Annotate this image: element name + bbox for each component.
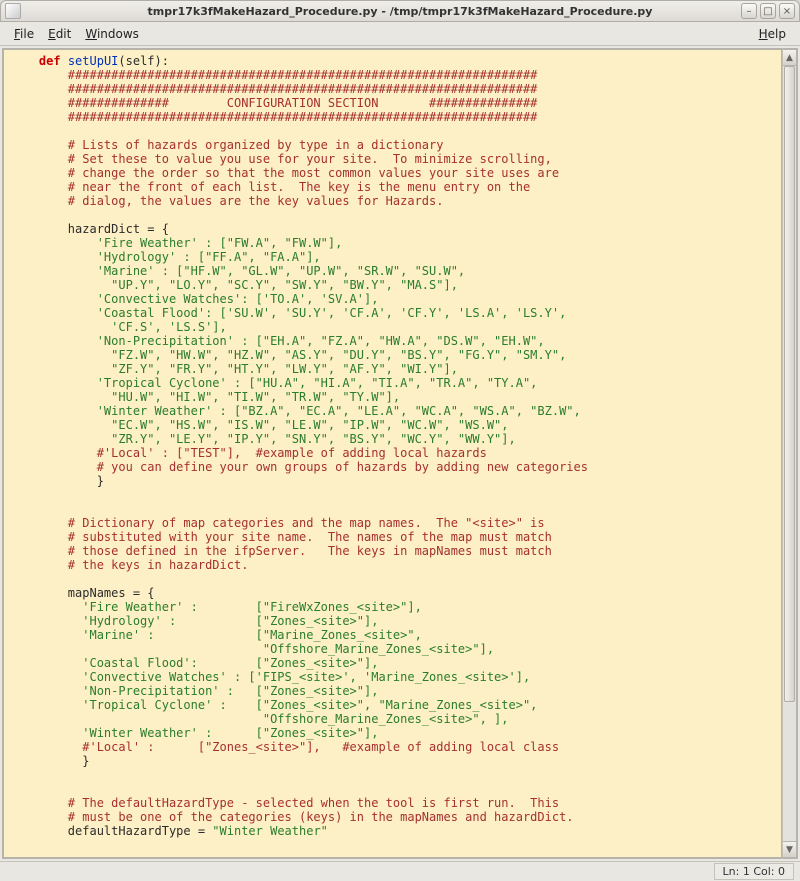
scrollbar-track[interactable] — [783, 66, 796, 841]
menu-windows[interactable]: Windows — [79, 25, 145, 43]
close-button[interactable]: × — [779, 3, 795, 19]
window-titlebar: tmpr17k3fMakeHazard_Procedure.py - /tmp/… — [0, 0, 800, 22]
scroll-down-button[interactable]: ▼ — [783, 841, 796, 857]
app-icon — [5, 3, 21, 19]
menu-file[interactable]: File — [8, 25, 40, 43]
status-bar: Ln: 1 Col: 0 — [0, 861, 800, 881]
editor-area: def setUpUI(self): #####################… — [0, 46, 800, 861]
maximize-button[interactable]: □ — [760, 3, 776, 19]
code-editor[interactable]: def setUpUI(self): #####################… — [2, 48, 782, 859]
scrollbar-thumb[interactable] — [784, 66, 795, 702]
menu-edit[interactable]: Edit — [42, 25, 77, 43]
minimize-button[interactable]: – — [741, 3, 757, 19]
scroll-up-button[interactable]: ▲ — [783, 50, 796, 66]
menu-bar: File Edit Windows Help — [0, 22, 800, 46]
menu-help[interactable]: Help — [753, 25, 792, 43]
vertical-scrollbar[interactable]: ▲ ▼ — [782, 48, 798, 859]
cursor-position: Ln: 1 Col: 0 — [714, 863, 794, 880]
window-title: tmpr17k3fMakeHazard_Procedure.py - /tmp/… — [1, 5, 799, 18]
